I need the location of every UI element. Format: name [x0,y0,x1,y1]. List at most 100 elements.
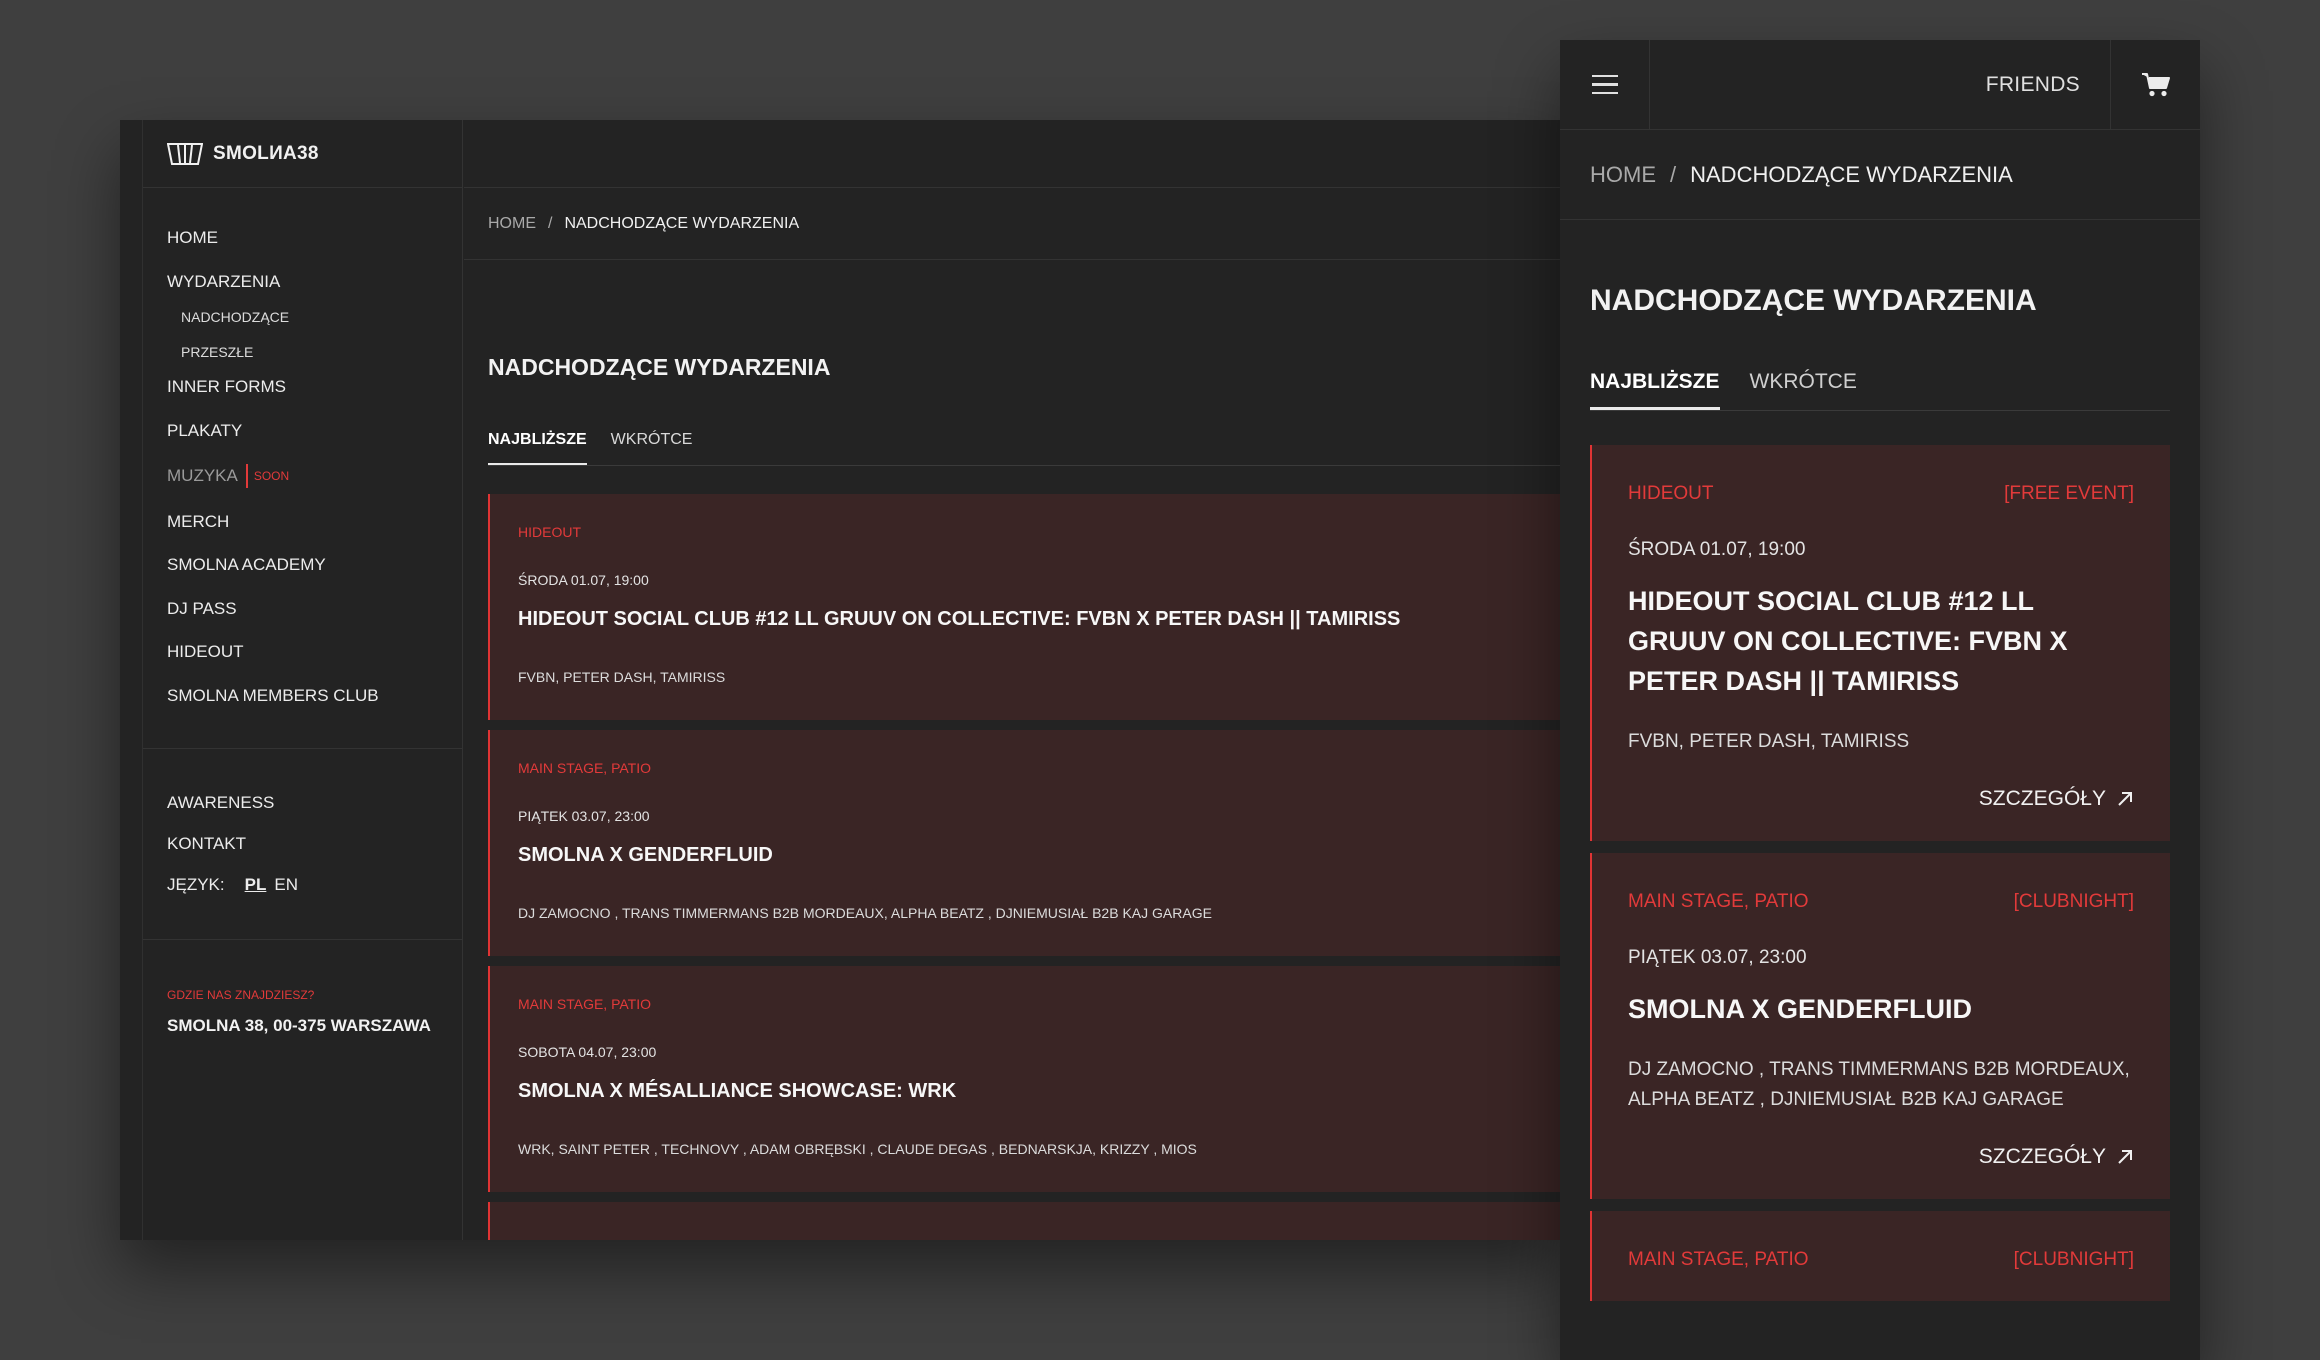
sidebar-item-label: HOME [167,228,218,247]
sidebar-item-label: NADCHODZĄCE [181,309,290,325]
event-title[interactable]: SMOLNA X GENDERFLUID [1628,989,2134,1029]
page-title: NADCHODZĄCE WYDARZENIA [488,354,831,380]
sidebar-item-label: PLAKATY [167,420,243,440]
sidebar-item-label: HIDEOUT [167,642,244,661]
event-title[interactable]: SMOLNA X MÉSALLIANCE SHOWCASE: WRK [518,1080,1532,1103]
arrow-up-right-icon [2118,1150,2132,1164]
sidebar-item-muzyka[interactable]: MUZYKA SOON [167,464,462,488]
sidebar-item-label: SMOLNA ACADEMY [167,555,326,574]
event-venue: HIDEOUT [518,524,581,540]
breadcrumb-separator: / [548,214,553,232]
desktop-window: SMOLИA38 HOME WYDARZENIA NADCHODZĄCE PRZ… [120,120,1560,1240]
top-bar [464,120,1560,188]
event-artists: DJ ZAMOCNO , TRANS TIMMERMANS B2B MORDEA… [518,905,1212,921]
event-artists: FVBN, PETER DASH, TAMIRISS [518,669,726,685]
sidebar-item-wydarzenia[interactable]: WYDARZENIA [167,272,462,292]
event-venue: HIDEOUT [1628,483,1714,504]
cart-button[interactable] [2110,40,2200,130]
breadcrumb-home-link[interactable]: HOME [488,215,536,233]
details-label: SZCZEGÓŁY [1978,1145,2106,1168]
event-card[interactable]: MAIN STAGE, PATIO [CLUBNIGHT] PIĄTEK 03.… [1590,853,2170,1199]
sidebar-item-label: KONTAKT [167,833,247,853]
logo-text: SMOLИA38 [213,142,319,164]
sidebar-item-hideout[interactable]: HIDEOUT [167,642,462,662]
event-artists: WRK, SAINT PETER , TECHNOVY , ADAM OBRĘB… [518,1141,1197,1157]
mobile-window: FRIENDS HOME / NADCHODZĄCE WYDARZENIA NA… [1560,40,2200,1360]
hamburger-menu-icon[interactable] [1560,40,1650,130]
event-tabs: NAJBLIŻSZE WKRÓTCE [1590,370,2170,411]
breadcrumb: HOME / NADCHODZĄCE WYDARZENIA [464,188,1560,260]
sidebar-item-label: MERCH [167,511,230,531]
event-card[interactable]: MAIN STAGE, PATIO SOBOTA 04.07, 23:00 SM… [488,966,1560,1192]
event-tag: [CLUBNIGHT] [2013,891,2134,912]
event-card-partial[interactable] [488,1202,1560,1240]
shopping-cart-icon [2141,72,2170,96]
breadcrumb-current: NADCHODZĄCE WYDARZENIA [1690,161,2013,187]
event-artists: DJ ZAMOCNO , TRANS TIMMERMANS B2B MORDEA… [1628,1059,2130,1110]
sidebar-item-label: AWARENESS [167,792,275,812]
event-list: HIDEOUT [FREE EVENT] ŚRODA 01.07, 19:00 … [1590,445,2170,1301]
event-card[interactable]: MAIN STAGE, PATIO PIĄTEK 03.07, 23:00 SM… [488,730,1560,956]
event-date: ŚRODA 01.07, 19:00 [1628,539,1806,560]
language-switcher: JĘZYK: PL EN [167,875,462,895]
sidebar-item-plakaty[interactable]: PLAKATY [167,421,462,441]
location-label: GDZIE NAS ZNAJDZIESZ? [167,987,315,1002]
location-address: SMOLNA 38, 00-375 WARSZAWA [167,1015,431,1035]
event-list: HIDEOUT ŚRODA 01.07, 19:00 HIDEOUT SOCIA… [488,494,1560,1240]
event-date: PIĄTEK 03.07, 23:00 [1628,947,1807,968]
speaker-grille-logo-icon [167,142,203,165]
details-link[interactable]: SZCZEGÓŁY [1628,1145,2134,1169]
sidebar-item-dj-pass[interactable]: DJ PASS [167,599,462,619]
event-card[interactable]: HIDEOUT [FREE EVENT] ŚRODA 01.07, 19:00 … [1590,445,2170,841]
location-block: GDZIE NAS ZNAJDZIESZ? SMOLNA 38, 00-375 … [143,940,462,1036]
arrow-up-right-icon [2118,792,2132,806]
mobile-header: FRIENDS [1560,40,2200,130]
event-tag: [FREE EVENT] [2004,483,2134,504]
sidebar-item-label: MUZYKA [167,466,238,485]
event-title[interactable]: SMOLNA X GENDERFLUID [518,844,1532,867]
breadcrumb-current: NADCHODZĄCE WYDARZENIA [564,214,800,232]
event-card-header: HIDEOUT [FREE EVENT] [1628,483,2134,505]
event-artists: FVBN, PETER DASH, TAMIRISS [1628,731,1910,752]
tab-najblizsze[interactable]: NAJBLIŻSZE [1590,370,1720,410]
logo[interactable]: SMOLИA38 [143,120,462,188]
sidebar-item-kontakt[interactable]: KONTAKT [167,834,462,854]
main-nav: HOME WYDARZENIA NADCHODZĄCE PRZESZŁE INN… [143,188,462,706]
friends-link[interactable]: FRIENDS [1986,73,2080,97]
event-card-partial[interactable]: MAIN STAGE, PATIO [CLUBNIGHT] [1590,1211,2170,1301]
sidebar-item-label: INNER FORMS [167,377,286,396]
sidebar-subitem-nadchodzace[interactable]: NADCHODZĄCE [181,307,462,327]
sidebar-item-smolna-academy[interactable]: SMOLNA ACADEMY [167,555,462,575]
event-venue: MAIN STAGE, PATIO [518,760,652,776]
sidebar-item-merch[interactable]: MERCH [167,512,462,532]
soon-badge: SOON [245,464,295,488]
lang-option-pl[interactable]: PL [245,875,267,895]
event-date: ŚRODA 01.07, 19:00 [518,572,649,588]
details-label: SZCZEGÓŁY [1978,787,2106,810]
sidebar-item-label: WYDARZENIA [167,271,281,291]
breadcrumb-home-link[interactable]: HOME [1590,162,1656,188]
tab-najblizsze[interactable]: NAJBLIŻSZE [488,427,587,465]
event-title[interactable]: HIDEOUT SOCIAL CLUB #12 LL GRUUV ON COLL… [1628,581,2134,701]
tab-wkrotce[interactable]: WKRÓTCE [611,427,693,465]
sidebar-item-members-club[interactable]: SMOLNA MEMBERS CLUB [167,686,462,706]
event-venue: MAIN STAGE, PATIO [1628,891,1809,912]
lang-option-en[interactable]: EN [274,875,298,895]
sidebar-subitem-przeszle[interactable]: PRZESZŁE [181,342,462,362]
breadcrumb-separator: / [1670,161,1677,187]
sidebar-item-label: DJ PASS [167,598,237,618]
event-card[interactable]: HIDEOUT ŚRODA 01.07, 19:00 HIDEOUT SOCIA… [488,494,1560,720]
event-title[interactable]: HIDEOUT SOCIAL CLUB #12 LL GRUUV ON COLL… [518,608,1532,631]
sidebar-item-home[interactable]: HOME [167,228,462,248]
sidebar: SMOLИA38 HOME WYDARZENIA NADCHODZĄCE PRZ… [143,120,463,1240]
event-tag: [CLUBNIGHT] [2013,1249,2134,1270]
page-title: NADCHODZĄCE WYDARZENIA [1590,284,2037,317]
sidebar-item-label: PRZESZŁE [181,344,254,360]
sidebar-item-awareness[interactable]: AWARENESS [167,793,462,813]
event-tabs: NAJBLIŻSZE WKRÓTCE [488,427,1560,466]
tab-wkrotce[interactable]: WKRÓTCE [1750,370,1857,410]
sidebar-item-inner-forms[interactable]: INNER FORMS [167,377,462,397]
event-date: SOBOTA 04.07, 23:00 [518,1044,657,1060]
main-content: HOME / NADCHODZĄCE WYDARZENIA NADCHODZĄC… [464,120,1560,1240]
details-link[interactable]: SZCZEGÓŁY [1628,787,2134,811]
